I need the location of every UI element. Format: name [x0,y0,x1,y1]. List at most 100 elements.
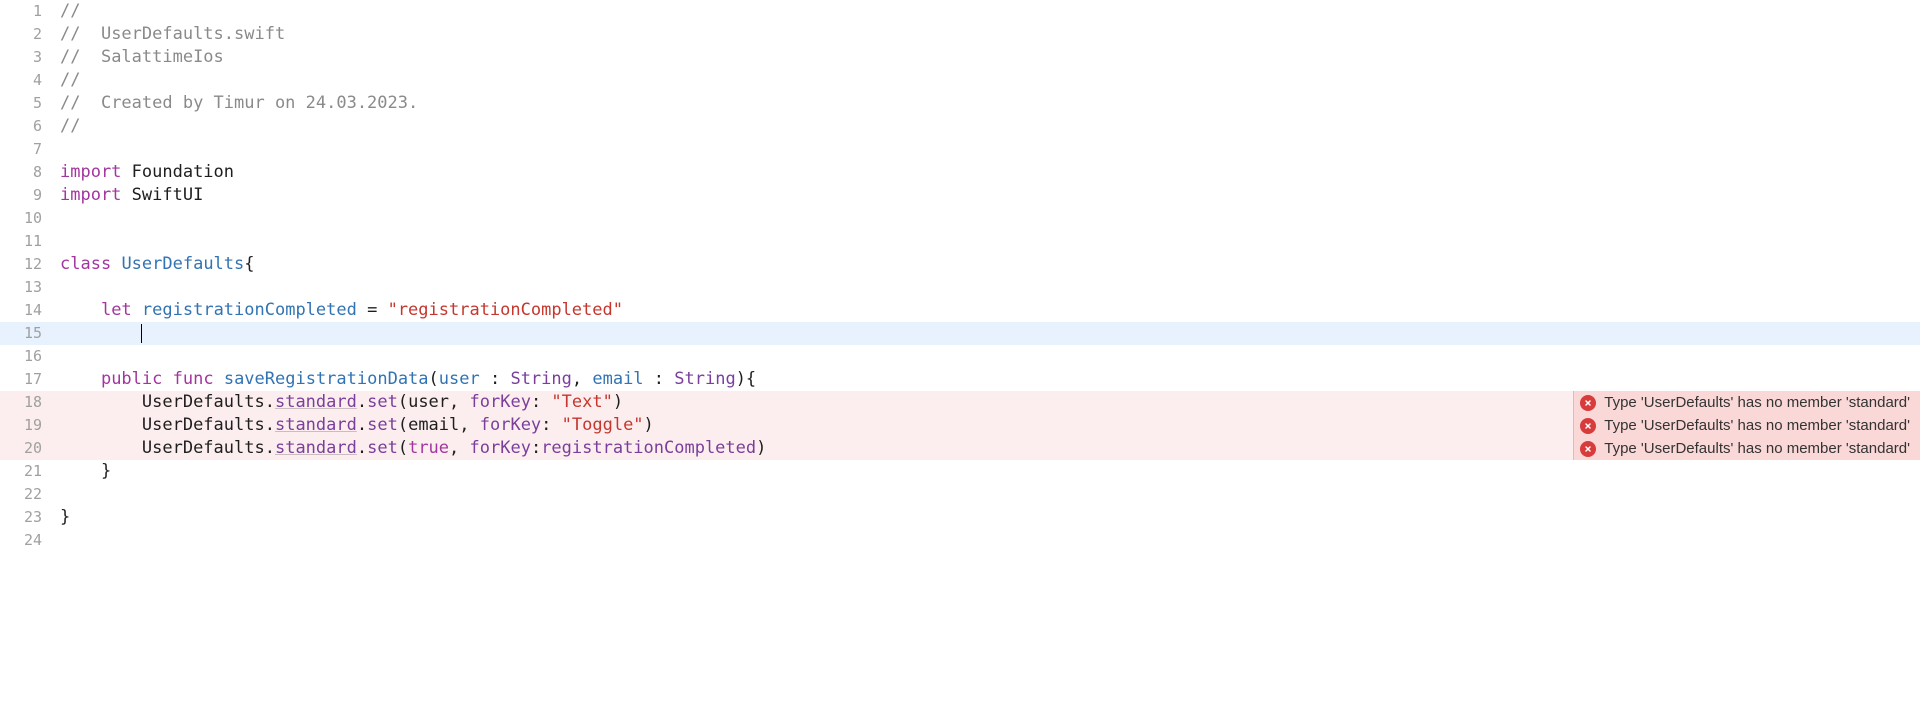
code-line-error[interactable]: 19 UserDefaults.standard.set(email, forK… [0,414,1920,437]
code-text: String [674,369,735,389]
line-number: 18 [0,391,56,414]
code-text [214,369,224,389]
code-text: UserDefaults [142,438,265,458]
code-line[interactable]: 17 public func saveRegistrationData(user… [0,368,1920,391]
code-text: String [510,369,571,389]
code-text: // [60,24,101,44]
code-line[interactable]: 9 import SwiftUI [0,184,1920,207]
code-text: forKey [470,438,531,458]
code-line[interactable]: 24 [0,529,1920,552]
code-text: : [541,415,561,435]
code-text: , [449,438,469,458]
line-number: 4 [0,69,56,92]
code-text [132,300,142,320]
line-number: 3 [0,46,56,69]
code-line[interactable]: 3 // SalattimeIos [0,46,1920,69]
code-text: ( [398,415,408,435]
code-text: UserDefaults.swift [101,24,285,44]
code-text: } [60,507,70,527]
code-text: user [408,392,449,412]
code-text: import [60,185,121,205]
error-annotation[interactable]: Type 'UserDefaults' has no member 'stand… [1573,437,1920,460]
code-line-error[interactable]: 20 UserDefaults.standard.set(true, forKe… [0,437,1920,460]
line-number: 5 [0,92,56,115]
code-line[interactable]: 14 let registrationCompleted = "registra… [0,299,1920,322]
code-line[interactable]: 6 // [0,115,1920,138]
code-text: : [531,392,551,412]
code-line[interactable]: 22 [0,483,1920,506]
code-line[interactable]: 2 // UserDefaults.swift [0,23,1920,46]
code-text: email [592,369,643,389]
code-text: // [60,116,80,136]
code-text: "Text" [551,392,612,412]
code-text: // [60,93,101,113]
code-text [60,461,101,481]
code-line[interactable]: 8 import Foundation [0,161,1920,184]
code-text: UserDefaults [121,254,244,274]
code-line[interactable]: 23 } [0,506,1920,529]
code-text: { [244,254,254,274]
line-number: 13 [0,276,56,299]
code-line[interactable]: 12 class UserDefaults{ [0,253,1920,276]
code-text: : [644,369,675,389]
code-line[interactable]: 5 // Created by Timur on 24.03.2023. [0,92,1920,115]
line-number: 21 [0,460,56,483]
line-number: 17 [0,368,56,391]
code-text: func [173,369,214,389]
code-text: standard [275,415,357,435]
code-text [162,369,172,389]
code-text [60,438,142,458]
line-number: 19 [0,414,56,437]
error-icon [1580,441,1596,457]
code-line[interactable]: 4 // [0,69,1920,92]
code-text: // [60,70,80,90]
code-text: SwiftUI [121,185,203,205]
error-annotation[interactable]: Type 'UserDefaults' has no member 'stand… [1573,391,1920,414]
code-line-current[interactable]: 15 [0,322,1920,345]
code-text: let [101,300,132,320]
error-annotation[interactable]: Type 'UserDefaults' has no member 'stand… [1573,414,1920,437]
code-line[interactable]: 7 [0,138,1920,161]
line-number: 10 [0,207,56,230]
code-text: "Toggle" [562,415,644,435]
code-text: import [60,162,121,182]
code-text: standard [275,438,357,458]
code-line[interactable]: 21 } [0,460,1920,483]
line-number: 15 [0,322,56,345]
code-text: . [357,438,367,458]
code-line[interactable]: 16 [0,345,1920,368]
code-text [111,254,121,274]
code-text [60,415,142,435]
line-number: 23 [0,506,56,529]
code-text: registrationCompleted [142,300,357,320]
code-editor[interactable]: 1 // 2 // UserDefaults.swift 3 // Salatt… [0,0,1920,552]
line-number: 20 [0,437,56,460]
code-text: class [60,254,111,274]
error-message: Type 'UserDefaults' has no member 'stand… [1604,414,1910,437]
code-line[interactable]: 11 [0,230,1920,253]
code-text: : [531,438,541,458]
code-text: set [367,415,398,435]
code-text: forKey [480,415,541,435]
code-line-error[interactable]: 18 UserDefaults.standard.set(user, forKe… [0,391,1920,414]
code-line[interactable]: 1 // [0,0,1920,23]
error-message: Type 'UserDefaults' has no member 'stand… [1604,391,1910,414]
code-text [60,323,101,343]
text-cursor [141,324,142,343]
code-text: public [101,369,162,389]
code-line[interactable]: 10 [0,207,1920,230]
code-text: // [60,47,101,67]
line-number: 16 [0,345,56,368]
code-text: // [60,1,80,21]
code-text: ) [756,438,766,458]
line-number: 24 [0,529,56,552]
error-message: Type 'UserDefaults' has no member 'stand… [1604,437,1910,460]
code-text: UserDefaults [142,415,265,435]
code-text: saveRegistrationData [224,369,429,389]
code-text: forKey [470,392,531,412]
code-text: . [265,392,275,412]
code-text: standard [275,392,357,412]
line-number: 2 [0,23,56,46]
code-line[interactable]: 13 [0,276,1920,299]
line-number: 8 [0,161,56,184]
